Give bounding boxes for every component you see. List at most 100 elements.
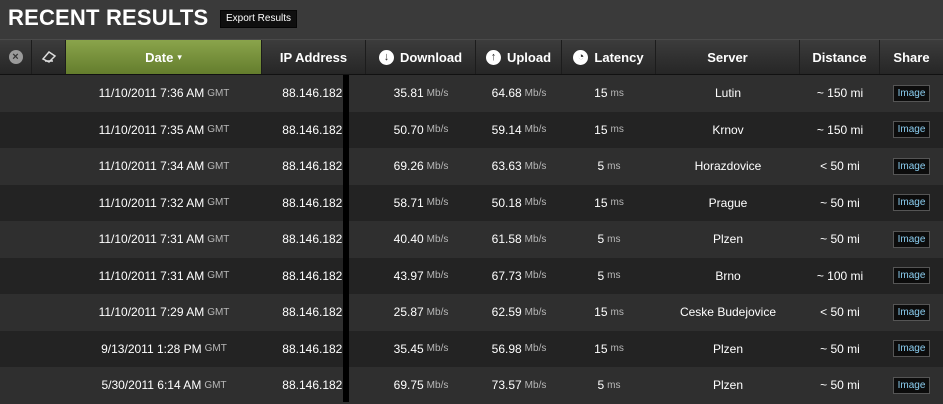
download-unit: Mb/s — [426, 306, 449, 318]
column-header-ip[interactable]: IP Address — [262, 40, 366, 74]
share-image-button[interactable]: Image — [892, 267, 931, 285]
table-row[interactable]: 9/13/2011 1:28 PM GMT 88.146.182. 35.45 Mb/s… — [0, 330, 943, 368]
server-cell: Brno — [656, 258, 800, 295]
table-row[interactable]: 11/10/2011 7:31 AM GMT 88.146.182. 40.40 Mb/… — [0, 221, 943, 258]
upload-value: 61.58 — [491, 232, 522, 247]
clear-all-header[interactable]: × — [0, 40, 32, 74]
row-spacer — [32, 294, 66, 331]
latency-value: 15 — [594, 341, 608, 356]
column-header-server[interactable]: Server — [656, 40, 800, 74]
download-unit: Mb/s — [426, 160, 449, 172]
share-cell: Image — [880, 75, 943, 112]
distance-value: ~ 50 mi — [820, 378, 860, 393]
upload-value: 63.63 — [491, 159, 522, 174]
share-image-button[interactable]: Image — [892, 340, 931, 358]
latency-unit: ms — [610, 197, 624, 209]
share-image-button[interactable]: Image — [892, 157, 931, 175]
share-cell: Image — [880, 331, 943, 368]
share-cell: Image — [880, 258, 943, 295]
latency-cell: 5 ms — [562, 148, 656, 185]
share-image-button[interactable]: Image — [892, 303, 931, 321]
distance-cell: ~ 50 mi — [800, 331, 880, 368]
table-row[interactable]: 11/10/2011 7:29 AM GMT 88.146.182. 25.87 Mb/… — [0, 294, 943, 331]
date-cell: 11/10/2011 7:32 AM GMT — [66, 185, 262, 222]
download-unit: Mb/s — [426, 379, 449, 391]
distance-value: ~ 50 mi — [820, 341, 860, 356]
latency-value: 5 — [597, 268, 605, 283]
row-spacer — [32, 75, 66, 112]
row-spacer — [32, 185, 66, 222]
delete-header[interactable] — [32, 40, 66, 74]
table-row[interactable]: 11/10/2011 7:34 AM GMT 88.146.182. 69.26 Mb/… — [0, 148, 943, 185]
latency-unit: ms — [610, 87, 624, 99]
row-spacer — [32, 367, 66, 404]
table-row[interactable]: 11/10/2011 7:35 AM GMT 88.146.182. 50.70 Mb/… — [0, 111, 943, 149]
timezone-label: GMT — [207, 233, 230, 245]
share-image-button[interactable]: Image — [892, 84, 931, 102]
distance-value: ~ 150 mi — [816, 86, 864, 101]
distance-value: ~ 50 mi — [820, 195, 860, 210]
ip-cell: 88.146.182. — [262, 331, 366, 368]
upload-cell: 67.73 Mb/s — [476, 258, 562, 295]
download-value: 40.40 — [393, 232, 424, 247]
download-value: 58.71 — [393, 195, 424, 210]
server-cell: Prague — [656, 185, 800, 222]
column-header-share[interactable]: Share — [880, 40, 943, 74]
download-cell: 40.40 Mb/s — [366, 221, 476, 258]
close-icon: × — [8, 50, 23, 64]
date-cell: 11/10/2011 7:29 AM GMT — [66, 294, 262, 331]
latency-cell: 5 ms — [562, 258, 656, 295]
server-value: Lutin — [714, 86, 742, 101]
row-spacer — [32, 331, 66, 368]
latency-cell: 15 ms — [562, 185, 656, 222]
export-results-button[interactable]: Export Results — [220, 10, 298, 28]
column-header-download[interactable]: ↓ Download — [366, 40, 476, 74]
share-cell: Image — [880, 294, 943, 331]
distance-value: < 50 mi — [820, 159, 860, 174]
share-cell: Image — [880, 112, 943, 149]
distance-cell: ~ 50 mi — [800, 367, 880, 404]
upload-icon: ↑ — [485, 49, 501, 65]
share-image-button[interactable]: Image — [892, 376, 931, 394]
download-icon: ↓ — [378, 49, 394, 65]
table-header: × Date ▾ IP Address ↓ Download ↑ Upload … — [0, 39, 943, 75]
server-cell: Plzen — [656, 367, 800, 404]
share-image-button[interactable]: Image — [892, 230, 931, 248]
date-value: 9/13/2011 1:28 PM — [101, 341, 202, 356]
ip-cell: 88.146.182. — [262, 75, 366, 112]
column-header-distance[interactable]: Distance — [800, 40, 880, 74]
latency-icon: ◔ — [573, 49, 589, 65]
share-image-button[interactable]: Image — [892, 194, 931, 212]
latency-unit: ms — [607, 160, 621, 172]
column-header-date[interactable]: Date ▾ — [66, 40, 262, 74]
share-cell: Image — [880, 221, 943, 258]
download-value: 35.81 — [393, 86, 424, 101]
column-header-upload[interactable]: ↑ Upload — [476, 40, 562, 74]
latency-cell: 5 ms — [562, 221, 656, 258]
timezone-label: GMT — [207, 87, 230, 99]
timezone-label: GMT — [207, 197, 230, 209]
table-row[interactable]: 11/10/2011 7:32 AM GMT 88.146.182. 58.71 Mb/… — [0, 184, 943, 222]
share-image-button[interactable]: Image — [892, 121, 931, 139]
column-header-latency-label: Latency — [594, 49, 644, 65]
latency-cell: 15 ms — [562, 112, 656, 149]
page-title: RECENT RESULTS — [8, 5, 209, 30]
upload-value: 67.73 — [491, 268, 522, 283]
table-row[interactable]: 5/30/2011 6:14 AM GMT 88.146.182. 69.75 Mb/s… — [0, 367, 943, 404]
timezone-label: GMT — [204, 379, 227, 391]
distance-cell: ~ 50 mi — [800, 185, 880, 222]
server-value: Plzen — [712, 232, 744, 247]
column-header-latency[interactable]: ◔ Latency — [562, 40, 656, 74]
table-row[interactable]: 11/10/2011 7:36 AM GMT 88.146.182. 35.81 Mb/… — [0, 75, 943, 112]
upload-value: 50.18 — [491, 195, 522, 210]
download-cell: 43.97 Mb/s — [366, 258, 476, 295]
table-row[interactable]: 11/10/2011 7:31 AM GMT 88.146.182. 43.97 Mb/… — [0, 257, 943, 295]
latency-unit: ms — [610, 343, 624, 355]
upload-unit: Mb/s — [524, 306, 547, 318]
ip-value: 88.146.182. — [282, 305, 346, 320]
distance-cell: ~ 50 mi — [800, 221, 880, 258]
date-cell: 11/10/2011 7:35 AM GMT — [66, 112, 262, 149]
upload-cell: 56.98 Mb/s — [476, 331, 562, 368]
row-spacer — [0, 331, 32, 368]
upload-unit: Mb/s — [524, 87, 547, 99]
